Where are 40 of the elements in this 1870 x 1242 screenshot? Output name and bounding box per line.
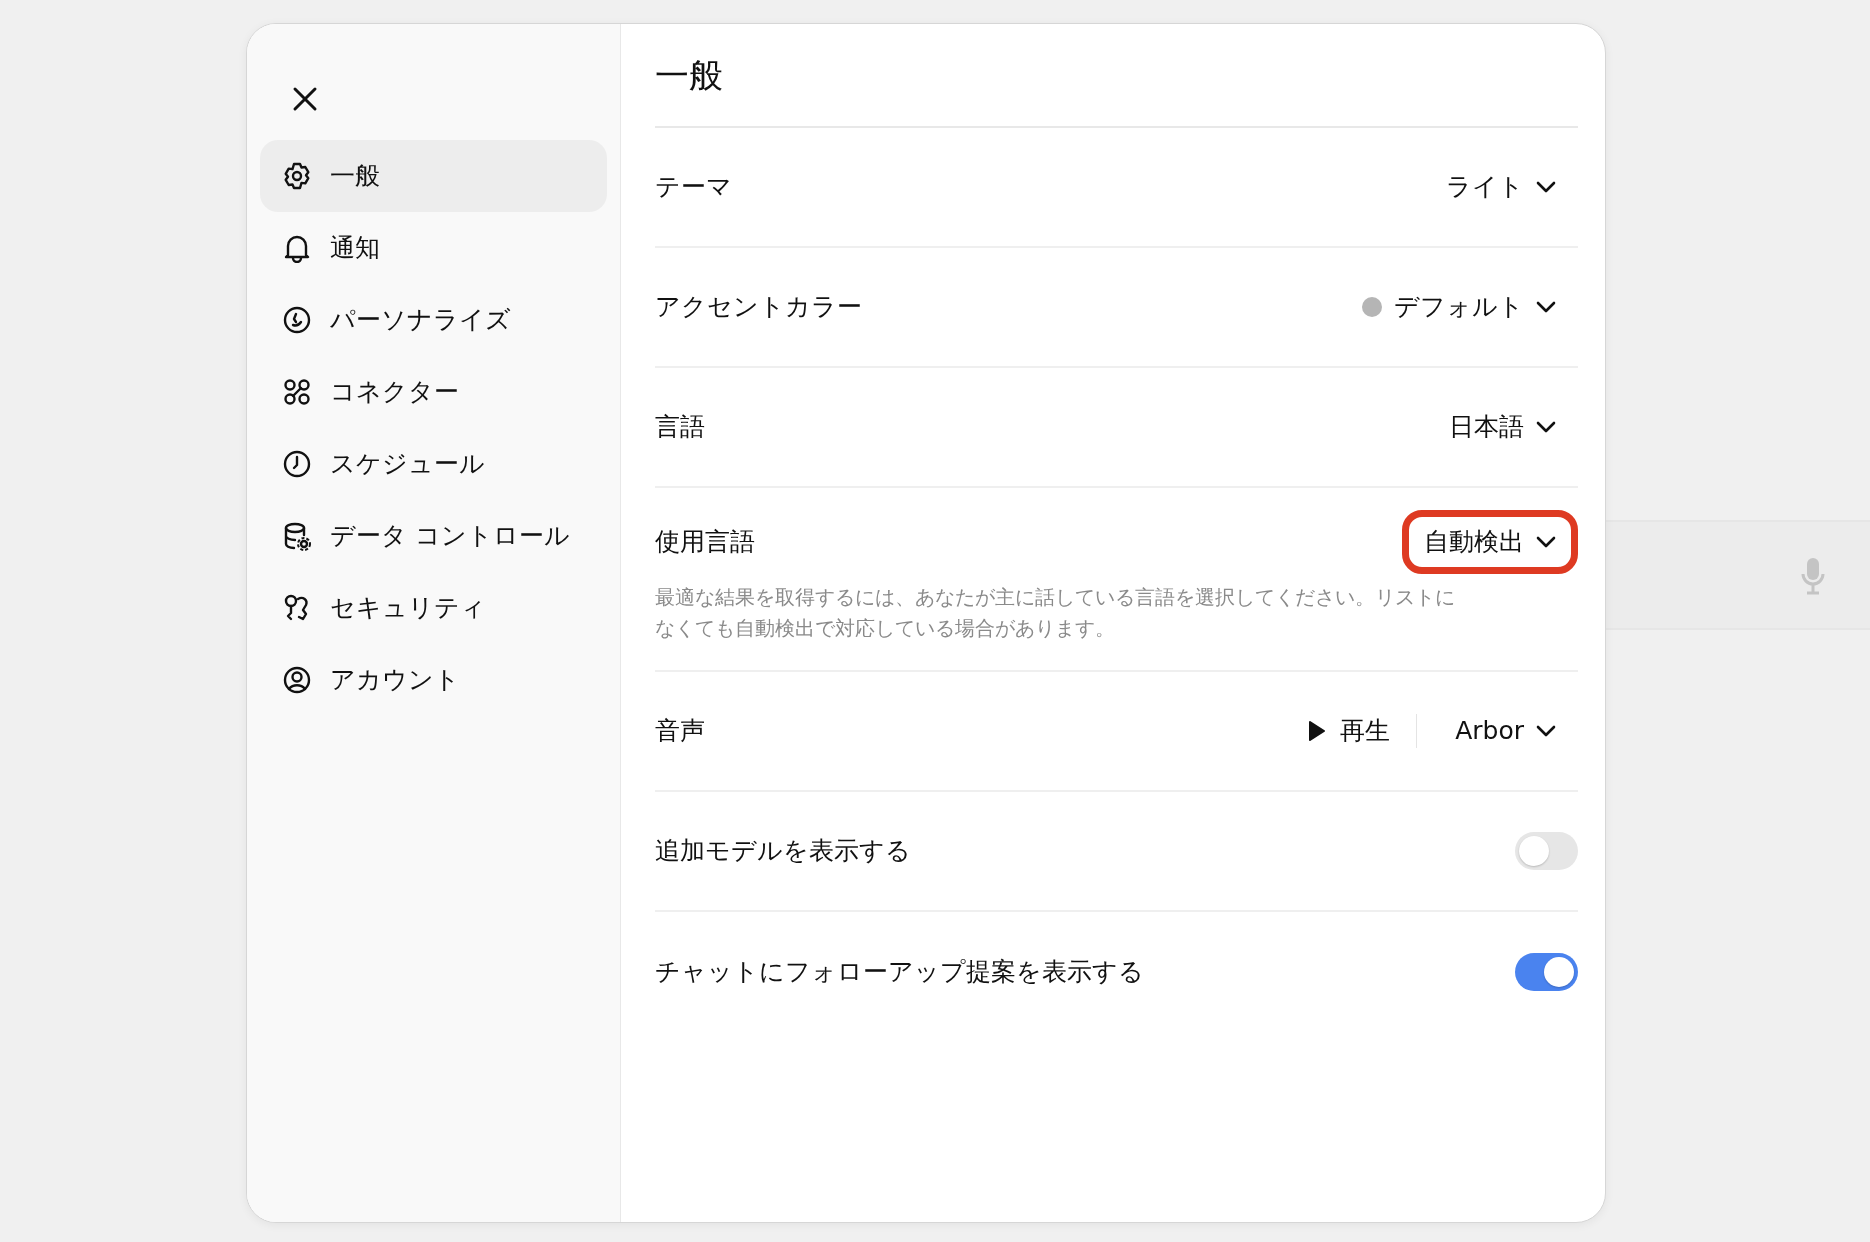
clock-icon — [282, 449, 312, 479]
sidebar-item[interactable]: セキュリティ — [260, 572, 607, 644]
dropdown-button[interactable]: 日本語 — [1427, 402, 1578, 452]
user-circle-icon — [282, 665, 312, 695]
connected-circles-icon — [282, 377, 312, 407]
setting-label: アクセントカラー — [655, 291, 862, 324]
microphone-icon — [1800, 556, 1826, 596]
dropdown-button[interactable]: ライト — [1424, 162, 1578, 212]
dropdown-button[interactable]: Arbor — [1433, 705, 1578, 756]
dropdown-button[interactable]: デフォルト — [1340, 282, 1578, 332]
sidebar-item[interactable]: アカウント — [260, 644, 607, 716]
setting-label: 追加モデルを表示する — [655, 834, 911, 867]
sidebar-item[interactable]: データ コントロール — [260, 500, 607, 572]
chevron-down-icon — [1536, 535, 1556, 548]
chevron-down-icon — [1536, 181, 1556, 193]
toggle-switch[interactable] — [1515, 952, 1578, 991]
face-circle-icon — [282, 305, 312, 335]
close-icon — [292, 86, 318, 112]
sidebar-item[interactable]: スケジュール — [260, 428, 607, 500]
chevron-down-icon — [1536, 724, 1556, 737]
setting-description: 最適な結果を取得するには、あなたが主に話している言語を選択してください。リストになくても自動検出で対応している場合があります。 — [655, 583, 1455, 642]
setting-label: 使用言語 — [655, 526, 755, 558]
setting-label: チャットにフォローアップ提案を表示する — [655, 955, 1144, 988]
sidebar-item[interactable]: 通知 — [260, 212, 607, 284]
panel-title: 一般 — [655, 24, 1578, 128]
setting-label: テーマ — [655, 171, 732, 204]
dropdown-button[interactable]: 自動検出 — [1402, 510, 1578, 574]
gear-icon — [282, 161, 312, 191]
play-icon — [1308, 719, 1327, 742]
sidebar-item[interactable]: パーソナライズ — [260, 284, 607, 356]
setting-label: 言語 — [655, 411, 705, 444]
sidebar-item[interactable]: 一般 — [260, 140, 607, 212]
database-gear-icon — [282, 521, 312, 551]
setting-label: 音声 — [655, 714, 705, 747]
chevron-down-icon — [1536, 301, 1556, 313]
play-button[interactable]: 再生 — [1298, 705, 1401, 756]
sidebar-item[interactable]: コネクター — [260, 356, 607, 428]
toggle-switch[interactable] — [1515, 831, 1578, 870]
bell-icon — [282, 233, 312, 263]
chevron-down-icon — [1536, 421, 1556, 433]
